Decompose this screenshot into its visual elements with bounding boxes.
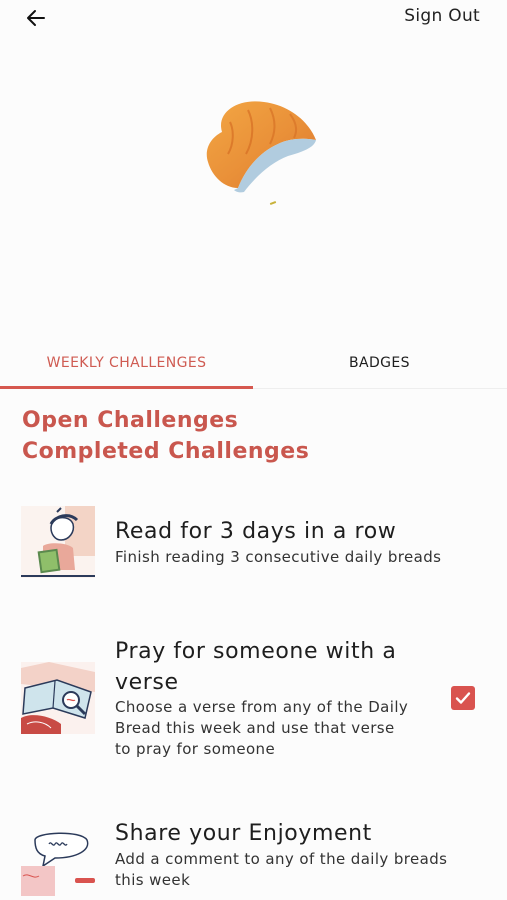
challenge-title: Share your Enjoyment [115, 821, 372, 846]
top-bar: Sign Out [0, 0, 507, 36]
croissant-illustration [206, 101, 316, 205]
challenge-title-line-2: verse [115, 670, 179, 695]
person-reading-icon [21, 506, 95, 578]
arrow-left-icon[interactable] [24, 6, 48, 30]
sign-out-button[interactable]: Sign Out [404, 6, 480, 26]
active-tab-indicator [0, 386, 253, 389]
completed-challenges-link[interactable]: Completed Challenges [22, 439, 309, 464]
tab-weekly-challenges[interactable]: WEEKLY CHALLENGES [0, 340, 253, 386]
challenge-description-line-1: Choose a verse from any of the Daily [115, 698, 409, 716]
open-challenges-link[interactable]: Open Challenges [22, 408, 238, 433]
challenge-description-line-2: this week [115, 871, 191, 889]
challenge-description: Finish reading 3 consecutive daily bread… [115, 548, 442, 566]
completed-checkbox[interactable] [451, 686, 475, 710]
checkmark-icon [455, 692, 471, 704]
speech-bubble-icon [21, 826, 95, 898]
tab-bar: WEEKLY CHALLENGES BADGES [0, 340, 507, 389]
challenge-description-line-1: Add a comment to any of the daily breads [115, 850, 448, 868]
challenge-title-line-1: Pray for someone with a [115, 639, 397, 664]
challenge-description-line-2: Bread this week and use that verse [115, 719, 395, 737]
challenge-description-line-3: to pray for someone [115, 740, 276, 758]
tab-badges[interactable]: BADGES [253, 340, 506, 386]
challenge-title: Read for 3 days in a row [115, 519, 397, 544]
open-book-magnifier-icon [21, 662, 95, 734]
